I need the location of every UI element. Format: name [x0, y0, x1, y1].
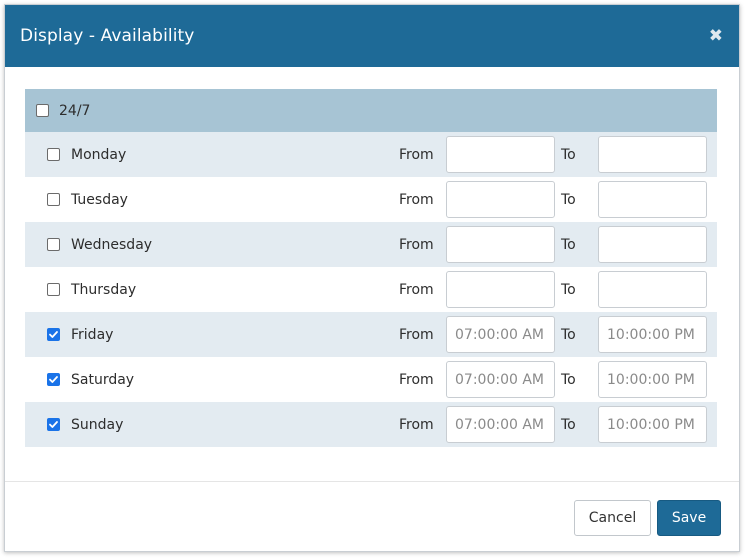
always-available-label: 24/7 — [59, 102, 91, 119]
day-label-tuesday: Tuesday — [71, 191, 128, 208]
from-time-sunday[interactable] — [446, 406, 555, 443]
day-row-friday: Friday From To — [25, 312, 717, 357]
always-available-row: 24/7 — [25, 89, 717, 132]
always-available-checkbox[interactable] — [36, 104, 49, 117]
day-checkbox-monday[interactable] — [47, 148, 60, 161]
to-label: To — [561, 371, 576, 388]
availability-dialog: Display - Availability ✖ 24/7 Monday Fro… — [4, 4, 740, 552]
from-label: From — [399, 326, 434, 343]
day-checkbox-sunday[interactable] — [47, 418, 60, 431]
day-checkbox-saturday[interactable] — [47, 373, 60, 386]
day-row-saturday: Saturday From To — [25, 357, 717, 402]
from-label: From — [399, 371, 434, 388]
day-checkbox-thursday[interactable] — [47, 283, 60, 296]
day-row-monday: Monday From To — [25, 132, 717, 177]
to-time-thursday[interactable] — [598, 271, 707, 308]
close-icon[interactable]: ✖ — [709, 27, 723, 45]
to-label: To — [561, 416, 576, 433]
day-label-thursday: Thursday — [71, 281, 137, 298]
dialog-title: Display - Availability — [20, 26, 195, 46]
from-time-tuesday[interactable] — [446, 181, 555, 218]
to-time-wednesday[interactable] — [598, 226, 707, 263]
to-label: To — [561, 281, 576, 298]
from-label: From — [399, 416, 434, 433]
to-label: To — [561, 236, 576, 253]
from-label: From — [399, 281, 434, 298]
day-checkbox-tuesday[interactable] — [47, 193, 60, 206]
from-time-friday[interactable] — [446, 316, 555, 353]
cancel-button[interactable]: Cancel — [574, 500, 651, 536]
day-checkbox-wednesday[interactable] — [47, 238, 60, 251]
day-checkbox-friday[interactable] — [47, 328, 60, 341]
from-time-saturday[interactable] — [446, 361, 555, 398]
day-row-wednesday: Wednesday From To — [25, 222, 717, 267]
day-row-sunday: Sunday From To — [25, 402, 717, 447]
to-label: To — [561, 191, 576, 208]
save-button[interactable]: Save — [657, 500, 721, 536]
day-label-sunday: Sunday — [71, 416, 124, 433]
from-time-thursday[interactable] — [446, 271, 555, 308]
day-label-friday: Friday — [71, 326, 114, 343]
to-label: To — [561, 326, 576, 343]
to-time-tuesday[interactable] — [598, 181, 707, 218]
day-label-wednesday: Wednesday — [71, 236, 153, 253]
to-time-saturday[interactable] — [598, 361, 707, 398]
to-time-monday[interactable] — [598, 136, 707, 173]
day-row-tuesday: Tuesday From To — [25, 177, 717, 222]
footer-divider — [5, 481, 739, 482]
from-label: From — [399, 236, 434, 253]
to-label: To — [561, 146, 576, 163]
availability-table: 24/7 Monday From To Tuesday From To Wedn… — [25, 89, 717, 447]
from-label: From — [399, 146, 434, 163]
day-row-thursday: Thursday From To — [25, 267, 717, 312]
dialog-header: Display - Availability ✖ — [5, 5, 739, 67]
from-time-monday[interactable] — [446, 136, 555, 173]
to-time-sunday[interactable] — [598, 406, 707, 443]
from-time-wednesday[interactable] — [446, 226, 555, 263]
day-label-monday: Monday — [71, 146, 127, 163]
to-time-friday[interactable] — [598, 316, 707, 353]
day-label-saturday: Saturday — [71, 371, 135, 388]
from-label: From — [399, 191, 434, 208]
